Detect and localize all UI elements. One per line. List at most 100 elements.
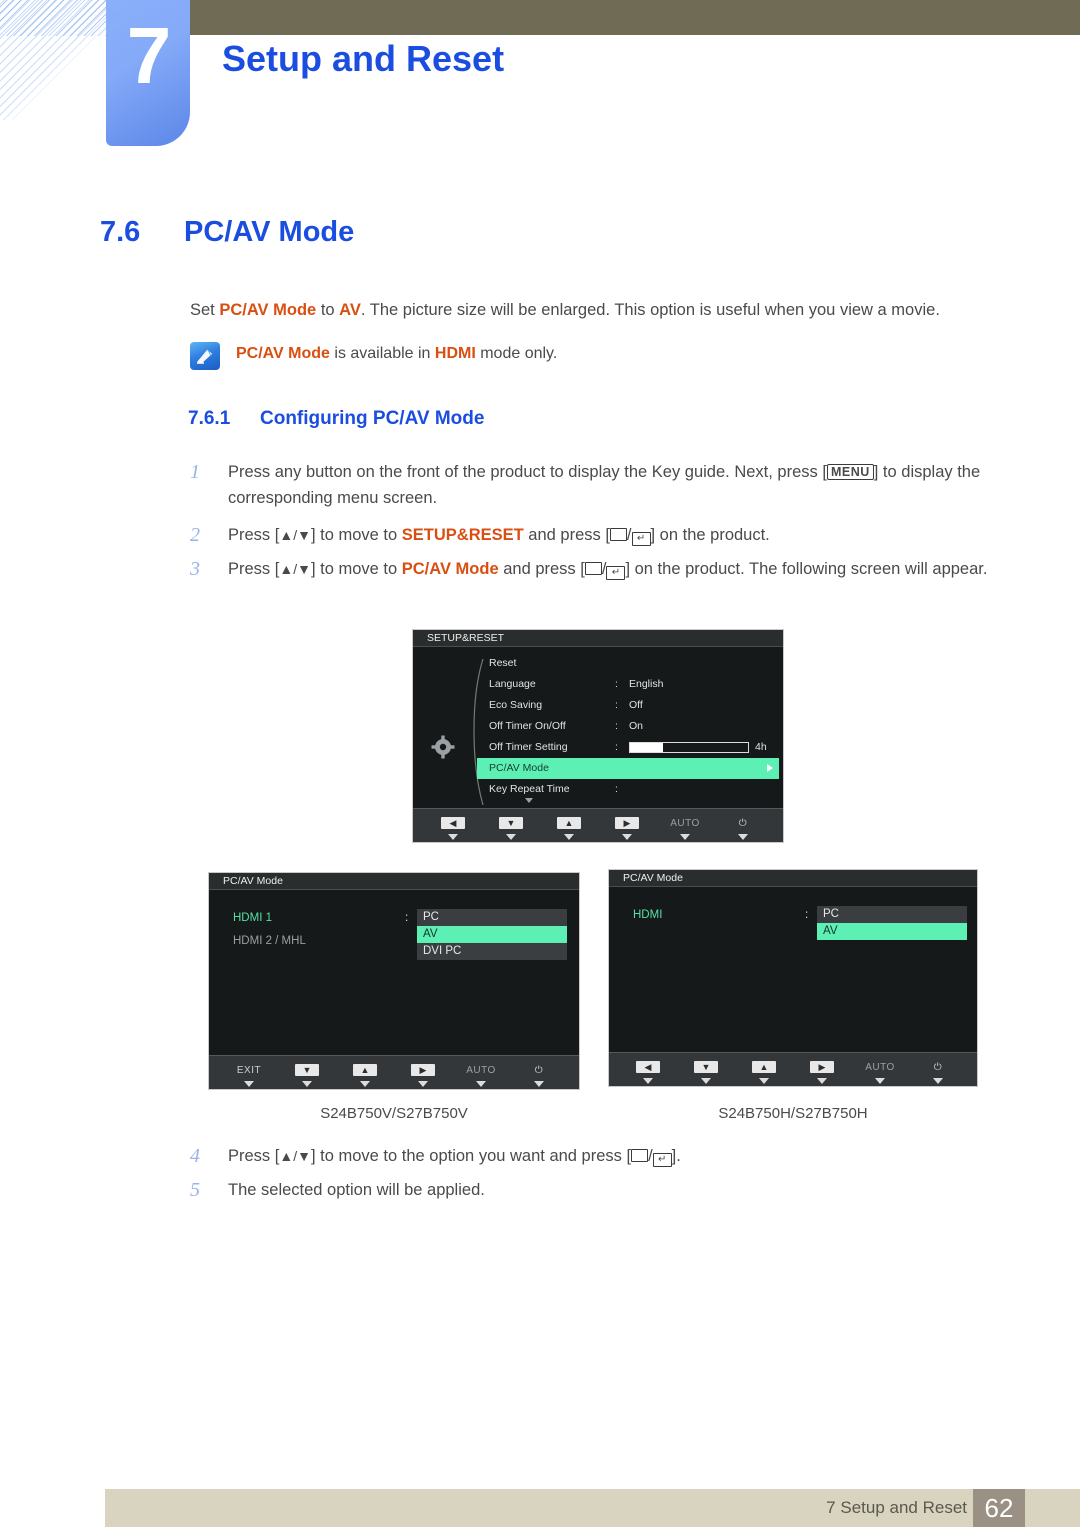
- dropdown-option-dvi-pc[interactable]: DVI PC: [417, 943, 567, 960]
- scroll-down-icon[interactable]: [525, 798, 533, 803]
- osd-button-right-arrow[interactable]: ▶: [598, 813, 656, 840]
- button-caret-icon: [622, 834, 632, 840]
- step-3-b: ] to move to: [310, 560, 402, 578]
- up-arrow-icon: ▲: [557, 817, 581, 829]
- menu-row-off-timer-setting[interactable]: Off Timer Setting : 4h: [477, 737, 779, 758]
- osd1-menu-list: Reset Language : English Eco Saving : Of…: [477, 653, 779, 800]
- osd1-footer: ◀ ▼ ▲ ▶ AUTO ⏻: [413, 808, 783, 842]
- osd3-footer: ◀ ▼ ▲ ▶ AUTO ⏻: [609, 1052, 977, 1086]
- menu-row[interactable]: Eco Saving : Off: [477, 695, 779, 716]
- osd-button-right-arrow[interactable]: ▶: [793, 1057, 851, 1084]
- button-caret-icon: [701, 1078, 711, 1084]
- right-arrow-icon: ▶: [810, 1061, 834, 1073]
- source-hdmi[interactable]: HDMI: [633, 909, 662, 921]
- enter-key-icon: ↵: [652, 1153, 672, 1167]
- osd2-footer: EXIT ▼ ▲ ▶ AUTO ⏻: [209, 1055, 579, 1089]
- updown-arrow-keycap: ▲/▼: [279, 561, 311, 577]
- chapter-title: Setup and Reset: [222, 38, 505, 79]
- osd-button-right-arrow[interactable]: ▶: [394, 1060, 452, 1087]
- step-3-d: ] on the product. The following screen w…: [625, 560, 988, 578]
- menu-label: Key Repeat Time: [489, 783, 570, 795]
- osd-button-auto[interactable]: AUTO: [656, 813, 714, 840]
- menu-row-pcav-mode-selected[interactable]: PC/AV Mode: [477, 758, 779, 779]
- right-arrow-icon: ▶: [615, 817, 639, 829]
- power-icon: ⏻: [933, 1062, 943, 1073]
- osd3-colon: :: [805, 909, 809, 921]
- source-key-icon: [631, 1149, 649, 1162]
- menu-row[interactable]: Off Timer On/Off : On: [477, 716, 779, 737]
- dropdown-option-pc[interactable]: PC: [817, 906, 967, 923]
- menu-label: Eco Saving: [489, 699, 543, 711]
- caption-right-models: S24B750H/S27B750H: [718, 1105, 868, 1122]
- source-hdmi-2-mhl[interactable]: HDMI 2 / MHL: [233, 935, 306, 947]
- button-caret-icon: [643, 1078, 653, 1084]
- osd-button-power[interactable]: ⏻: [714, 813, 772, 840]
- intro-bold-pcav: PC/AV Mode: [219, 301, 317, 319]
- source-key-icon: [584, 562, 602, 575]
- step-2-b: ] to move to: [310, 526, 402, 544]
- osd-pcav-mode-v-models: PC/AV Mode HDMI 1 HDMI 2 / MHL : PC AV D…: [208, 872, 580, 1090]
- left-arrow-icon: ◀: [441, 817, 465, 829]
- step-3-number: 3: [190, 558, 200, 580]
- osd-pcav-mode-h-models: PC/AV Mode HDMI : PC AV ◀ ▼ ▲ ▶ AUTO ⏻: [608, 869, 978, 1087]
- osd1-button-row: ◀ ▼ ▲ ▶ AUTO ⏻: [413, 813, 783, 840]
- button-caret-icon: [680, 834, 690, 840]
- osd-button-auto[interactable]: AUTO: [452, 1060, 510, 1087]
- osd-button-down-arrow[interactable]: ▼: [677, 1057, 735, 1084]
- intro-bold-av: AV: [339, 301, 361, 319]
- section-number: 7.6: [100, 216, 141, 248]
- pen-glyph: [197, 349, 213, 364]
- section-heading: 7.6 PC/AV Mode: [100, 216, 354, 249]
- osd-button-left-arrow[interactable]: ◀: [424, 813, 482, 840]
- dropdown-option-av-selected[interactable]: AV: [417, 926, 567, 943]
- menu-value: On: [629, 720, 644, 732]
- step-4-text: Press [▲/▼] to move to the option you wa…: [228, 1147, 681, 1167]
- menu-value: English: [629, 678, 664, 690]
- menu-row[interactable]: Key Repeat Time :: [477, 779, 779, 800]
- button-caret-icon: [738, 834, 748, 840]
- step-3-c: and press [: [498, 560, 585, 578]
- osd-button-power[interactable]: ⏻: [909, 1057, 967, 1084]
- auto-label: AUTO: [670, 818, 700, 829]
- button-caret-icon: [476, 1081, 486, 1087]
- step-2-d: ] on the product.: [650, 526, 770, 544]
- osd-button-auto[interactable]: AUTO: [851, 1057, 909, 1084]
- pcav-option-dropdown: PC AV DVI PC: [417, 909, 567, 960]
- dropdown-option-av-selected[interactable]: AV: [817, 923, 967, 940]
- auto-label: AUTO: [466, 1065, 496, 1076]
- osd-button-up-arrow[interactable]: ▲: [735, 1057, 793, 1084]
- button-caret-icon: [933, 1078, 943, 1084]
- menu-row[interactable]: Language : English: [477, 674, 779, 695]
- off-timer-slider[interactable]: [629, 742, 749, 753]
- note-bold-hdmi: HDMI: [434, 345, 476, 362]
- step-5-number: 5: [190, 1179, 200, 1201]
- osd2-colon: :: [405, 912, 409, 924]
- subsection-heading: 7.6.1 Configuring PC/AV Mode: [188, 408, 484, 430]
- back-arrow-icon: ◀: [636, 1061, 660, 1073]
- subsection-number: 7.6.1: [188, 408, 231, 429]
- note-bold-pcav: PC/AV Mode: [236, 345, 330, 362]
- source-hdmi-1[interactable]: HDMI 1: [233, 912, 272, 924]
- osd-button-down-arrow[interactable]: ▼: [278, 1060, 336, 1087]
- chapter-tab: 7: [106, 0, 190, 146]
- button-caret-icon: [244, 1081, 254, 1087]
- menu-row[interactable]: Reset: [477, 653, 779, 674]
- osd-button-down-arrow[interactable]: ▼: [482, 813, 540, 840]
- off-timer-slider-value: 4h: [755, 741, 767, 753]
- step-2-number: 2: [190, 524, 200, 546]
- osd-button-exit[interactable]: EXIT: [220, 1060, 278, 1087]
- osd-button-power[interactable]: ⏻: [510, 1060, 568, 1087]
- dropdown-option-pc[interactable]: PC: [417, 909, 567, 926]
- osd-button-up-arrow[interactable]: ▲: [336, 1060, 394, 1087]
- osd-button-back-arrow[interactable]: ◀: [619, 1057, 677, 1084]
- osd-button-up-arrow[interactable]: ▲: [540, 813, 598, 840]
- osd2-title: PC/AV Mode: [209, 873, 579, 890]
- page-number: 62: [973, 1489, 1025, 1527]
- chevron-right-icon: [767, 764, 773, 772]
- source-key-icon: [609, 528, 627, 541]
- power-icon: ⏻: [534, 1065, 544, 1076]
- updown-arrow-keycap: ▲/▼: [279, 527, 311, 543]
- down-arrow-icon: ▼: [694, 1061, 718, 1073]
- osd2-button-row: EXIT ▼ ▲ ▶ AUTO ⏻: [209, 1060, 579, 1087]
- pcav-option-dropdown: PC AV: [817, 906, 967, 940]
